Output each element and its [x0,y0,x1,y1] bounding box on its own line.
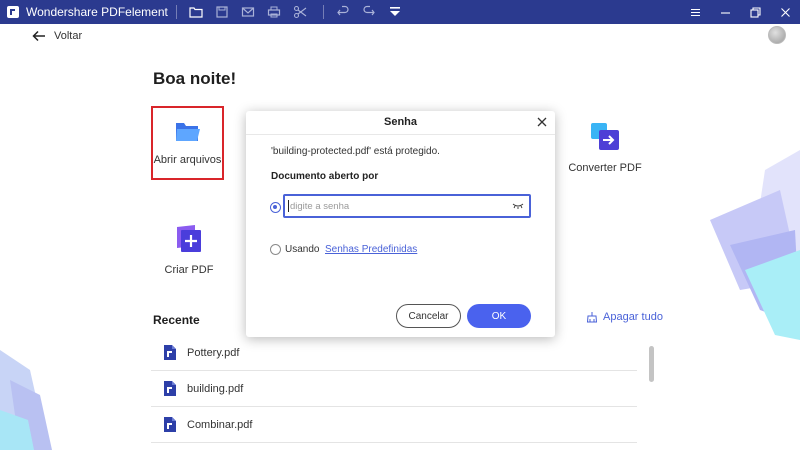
preset-passwords-link[interactable]: Senhas Predefinidas [325,244,417,255]
cancel-button[interactable]: Cancelar [396,304,461,328]
decorative-shards-left [0,350,52,450]
convert-pdf-label: Converter PDF [568,161,642,174]
recent-file-name: building.pdf [187,382,244,395]
redo-icon[interactable] [358,2,380,22]
preset-password-radio[interactable] [270,244,281,255]
minimize-icon[interactable] [710,0,740,24]
folder-icon[interactable] [185,2,207,22]
back-label: Voltar [54,30,83,42]
open-files-tile[interactable]: Abrir arquivos [151,106,224,180]
list-item[interactable]: Pottery.pdf [151,335,637,371]
convert-pdf-icon [591,122,619,150]
back-button[interactable]: Voltar [32,29,82,43]
avatar[interactable] [768,26,786,44]
restore-icon[interactable] [740,0,770,24]
toolbar-divider [322,5,324,19]
eye-closed-icon[interactable] [512,202,524,210]
dialog-title: Senha [383,116,417,128]
ok-button[interactable]: OK [467,304,531,328]
recent-files-list: Pottery.pdf building.pdf Combinar.pdf [151,335,637,443]
pdfelement-logo-icon [7,6,19,18]
arrow-left-icon [32,30,45,42]
pdf-file-icon [164,417,176,432]
password-input[interactable] [290,200,505,212]
recent-file-name: Pottery.pdf [187,346,240,359]
toolbar-divider [175,5,177,19]
app-title: Wondershare PDFelement [26,5,168,19]
dropdown-menu-icon[interactable] [384,2,406,22]
recent-file-name: Combinar.pdf [187,418,253,431]
list-item[interactable]: Combinar.pdf [151,407,637,443]
scrollbar[interactable] [649,346,654,382]
window-controls [680,0,800,24]
password-radio[interactable] [270,202,281,213]
broom-icon [586,312,598,323]
open-document-label: Documento aberto por [271,171,379,182]
close-icon[interactable] [770,0,800,24]
create-pdf-icon [177,225,201,252]
text-cursor [288,200,289,212]
convert-pdf-tile[interactable]: Converter PDF [565,120,645,175]
decorative-shards-right [710,150,800,340]
page-title: Boa noite! [153,69,237,88]
dialog-message: 'building-protected.pdf' está protegido. [271,146,440,157]
recent-heading: Recente [153,313,200,327]
list-item[interactable]: building.pdf [151,371,637,407]
create-pdf-label: Criar PDF [164,264,214,276]
save-icon[interactable] [211,2,233,22]
pdf-file-icon [164,381,176,396]
dialog-divider [246,134,555,135]
title-bar: Wondershare PDFelement [0,0,800,24]
pdf-file-icon [164,345,176,360]
mail-icon[interactable] [237,2,259,22]
clear-all-label: Apagar tudo [603,311,663,323]
folder-open-icon [175,123,200,141]
create-pdf-tile[interactable]: Criar PDF [160,224,218,276]
password-dialog: Senha 'building-protected.pdf' está prot… [246,111,555,337]
undo-icon[interactable] [332,2,354,22]
clear-all-button[interactable]: Apagar tudo [586,311,663,323]
using-label: Usando [285,244,320,255]
close-icon[interactable] [535,115,549,129]
hamburger-menu-icon[interactable] [680,0,710,24]
scissors-icon[interactable] [289,2,311,22]
print-icon[interactable] [263,2,285,22]
password-field[interactable] [283,194,531,218]
open-files-label: Abrir arquivos [153,154,222,166]
